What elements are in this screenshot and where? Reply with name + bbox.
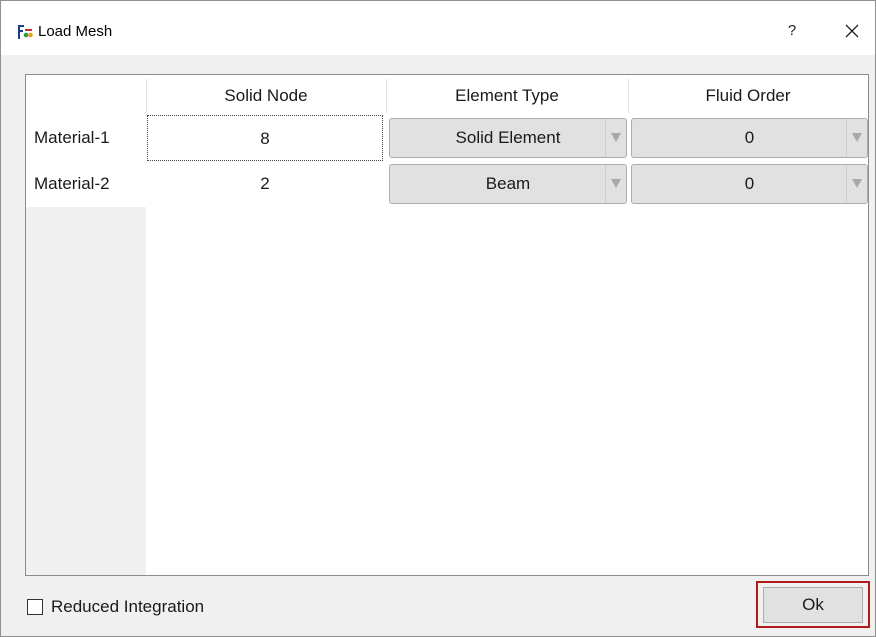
- solid-node-cell[interactable]: 2: [147, 161, 383, 207]
- element-type-value: Beam: [485, 174, 531, 193]
- fluid-order-value: 0: [744, 174, 755, 193]
- fsi-app-icon: [17, 24, 33, 40]
- element-type-combo[interactable]: Solid Element: [389, 118, 627, 158]
- column-header-fluid-order[interactable]: Fluid Order: [628, 75, 868, 115]
- element-type-value: Solid Element: [455, 128, 561, 147]
- load-mesh-dialog: Load Mesh ? Solid Node Element Type Flui…: [0, 0, 876, 637]
- mesh-table: Solid Node Element Type Fluid Order Mate…: [25, 74, 869, 576]
- reduced-integration-label: Reduced Integration: [51, 597, 205, 616]
- row-header-material-2[interactable]: Material-2: [26, 161, 146, 207]
- row-header-material-1[interactable]: Material-1: [26, 115, 146, 161]
- close-icon: [845, 24, 859, 38]
- dropdown-arrow-icon: [846, 165, 867, 203]
- ok-button[interactable]: Ok: [763, 587, 863, 623]
- table-corner: [26, 75, 146, 115]
- dropdown-arrow-icon: [846, 119, 867, 157]
- help-button[interactable]: ?: [781, 17, 803, 45]
- element-type-combo[interactable]: Beam: [389, 164, 627, 204]
- dropdown-arrow-icon: [605, 119, 626, 157]
- column-header-solid-node[interactable]: Solid Node: [146, 75, 386, 115]
- fluid-order-combo[interactable]: 0: [631, 118, 868, 158]
- fluid-order-value: 0: [744, 128, 755, 147]
- dropdown-arrow-icon: [605, 165, 626, 203]
- close-button[interactable]: [837, 17, 867, 45]
- window-title: Load Mesh: [38, 23, 113, 40]
- fluid-order-combo[interactable]: 0: [631, 164, 868, 204]
- title-bar: Load Mesh ?: [1, 1, 875, 55]
- checkbox-icon[interactable]: [27, 599, 43, 615]
- reduced-integration-checkbox[interactable]: Reduced Integration: [27, 595, 204, 619]
- column-header-element-type[interactable]: Element Type: [386, 75, 628, 115]
- solid-node-cell[interactable]: 8: [147, 115, 383, 161]
